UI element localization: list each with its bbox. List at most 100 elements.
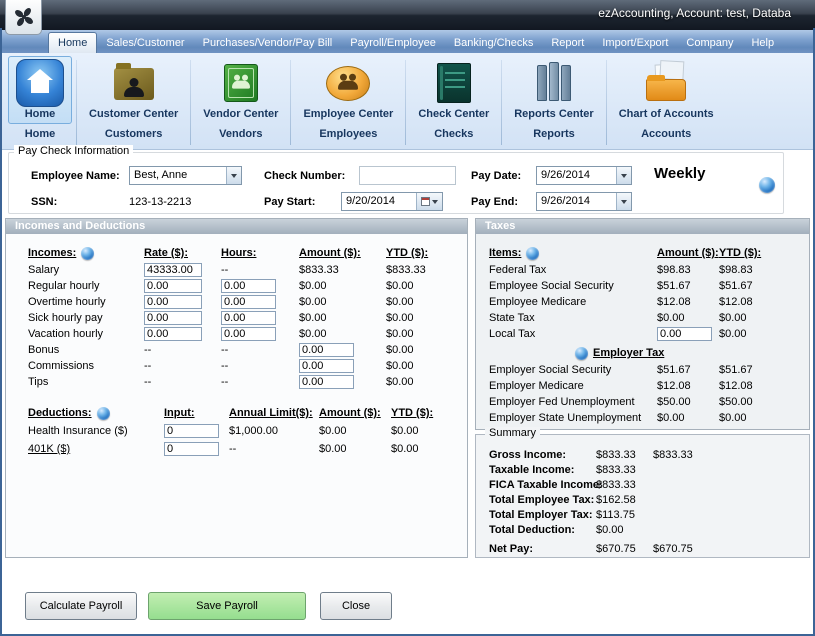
taxes-help-globe-icon[interactable] [526,247,539,260]
amount-input[interactable] [299,343,354,357]
amount-value: $113.75 [596,509,653,521]
amount-value: $12.08 [657,296,719,308]
folder-shape [646,79,686,101]
rate-input[interactable] [144,295,202,309]
toolbar-reports-center-label: Reports Center [514,108,593,120]
rate-input[interactable] [144,327,202,341]
pay-end-select[interactable]: 9/26/2014 [536,192,632,211]
window-frame-left [0,28,2,636]
toolbar-vendor-center-button[interactable]: Vendor Center [195,56,286,124]
tab-help[interactable]: Help [742,33,783,53]
tab-company[interactable]: Company [677,33,742,53]
calendar-dropdown-button[interactable] [416,193,442,210]
save-payroll-button[interactable]: Save Payroll [148,592,306,620]
toolbar-chart-of-accounts-label: Chart of Accounts [619,108,714,120]
incomes-title: Incomes: [28,247,76,259]
toolbar-checks-category[interactable]: Checks [434,128,473,140]
toolbar-item-reports-center: Reports Center Reports [503,56,604,140]
summary-row-fica-taxable-income: FICA Taxable Income: $833.33 [489,477,809,492]
ssn-label: SSN: [31,196,57,208]
employer-tax-help-globe-icon[interactable] [575,347,588,360]
rate-input[interactable] [144,263,202,277]
amount-value: $0.00 [299,280,386,292]
toolbar-customer-center-button[interactable]: Customer Center [81,56,186,124]
hours-input[interactable] [221,327,276,341]
check-number-input[interactable] [359,166,456,185]
amount-column-header: Amount ($): [657,247,719,259]
toolbar-chart-of-accounts-button[interactable]: Chart of Accounts [611,56,722,124]
toolbar-home-button[interactable]: Home [8,56,72,124]
ytd-value: $12.08 [719,380,809,392]
toolbar-accounts-category[interactable]: Accounts [641,128,691,140]
tax-label: Employer Fed Unemployment [489,396,657,408]
local-tax-input[interactable] [657,327,712,341]
ytd-value: $0.00 [386,376,467,388]
dropdown-button[interactable] [616,193,631,210]
close-button[interactable]: Close [320,592,392,620]
taxes-title-cell: Items: [489,247,657,260]
toolbar-reports-center-button[interactable]: Reports Center [506,56,601,124]
toolbar-customer-center-label: Customer Center [89,108,178,120]
rate-input[interactable] [144,279,202,293]
income-row-overtime-hourly: Overtime hourly $0.00 $0.00 [28,294,467,310]
amount-input[interactable] [299,359,354,373]
deductions-help-globe-icon[interactable] [97,407,110,420]
hours-input[interactable] [221,279,276,293]
paycheck-info-groupbox: Pay Check Information Employee Name: Bes… [8,152,784,214]
toolbar-employees-category[interactable]: Employees [319,128,377,140]
deductions-header-row: Deductions: Input: Annual Limit($): Amou… [28,404,467,422]
tab-purchases-vendor-pay-bill[interactable]: Purchases/Vendor/Pay Bill [194,33,342,53]
tab-payroll-employee[interactable]: Payroll/Employee [341,33,445,53]
checkbook-shape [437,63,471,103]
tab-banking-checks[interactable]: Banking/Checks [445,33,543,53]
employee-name-select[interactable]: Best, Anne [129,166,242,185]
tab-sales-customer[interactable]: Sales/Customer [97,33,193,53]
hours-input[interactable] [221,295,276,309]
dropdown-button[interactable] [616,167,631,184]
toolbar-employee-center-button[interactable]: Employee Center [295,56,401,124]
calculate-payroll-button[interactable]: Calculate Payroll [25,592,137,620]
hours-input[interactable] [221,311,276,325]
toolbar-home-category[interactable]: Home [25,128,56,140]
pay-date-select[interactable]: 9/26/2014 [536,166,632,185]
ytd-value: $0.00 [386,328,467,340]
incomes-help-globe-icon[interactable] [81,247,94,260]
tab-home[interactable]: Home [48,32,97,53]
app-logo-icon[interactable] [5,0,42,35]
deduction-input[interactable] [164,442,219,456]
toolbar-check-center-button[interactable]: Check Center [410,56,497,124]
incomes-deductions-panel: Incomes and Deductions Incomes: Rate ($)… [5,218,468,558]
income-label: Overtime hourly [28,296,144,308]
toolbar-customers-category[interactable]: Customers [105,128,162,140]
tax-label: State Tax [489,312,657,324]
amount-input[interactable] [299,375,354,389]
dropdown-button[interactable] [226,167,241,184]
tab-import-export[interactable]: Import/Export [593,33,677,53]
input-column-header: Input: [164,407,229,419]
deduction-input[interactable] [164,424,219,438]
reports-center-icon [530,59,578,107]
amount-value: $833.33 [299,264,386,276]
chevron-down-icon [231,174,237,178]
paycheck-help-globe-icon[interactable] [759,177,775,193]
toolbar-home-label: Home [25,108,56,120]
summary-row-total-employee-tax: Total Employee Tax: $162.58 [489,492,809,507]
amount-value: $0.00 [299,296,386,308]
employee-name-value: Best, Anne [130,167,226,184]
chevron-down-icon [621,174,627,178]
amount-value: $98.83 [657,264,719,276]
binder-shape [561,65,571,101]
deduction-row-401k: 401K ($) -- $0.00 $0.00 [28,440,467,458]
toolbar-vendors-category[interactable]: Vendors [219,128,262,140]
toolbar-item-home: Home Home [5,56,75,140]
pay-start-datepicker[interactable]: 9/20/2014 [341,192,443,211]
vendor-center-icon [217,59,265,107]
person-silhouette [124,87,144,97]
toolbar-employee-center-label: Employee Center [303,108,393,120]
toolbar-reports-category[interactable]: Reports [533,128,575,140]
rate-input[interactable] [144,311,202,325]
amount-column-header: Amount ($): [319,407,391,419]
toolbar-separator [290,60,291,145]
employer-tax-title: Employer Tax [593,347,664,359]
tab-report[interactable]: Report [542,33,593,53]
